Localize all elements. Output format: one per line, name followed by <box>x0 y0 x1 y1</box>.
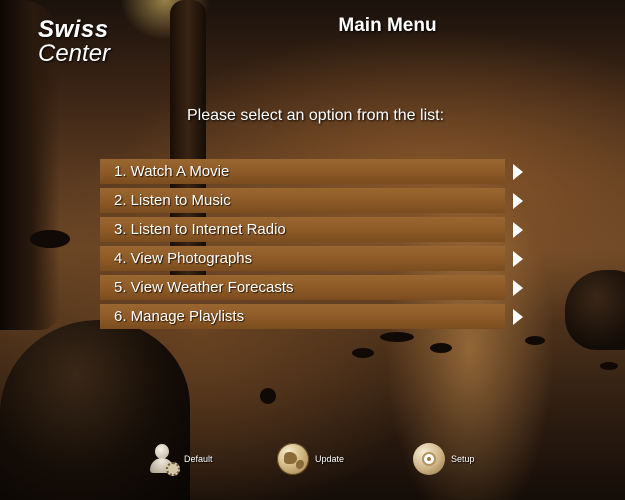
background-pebble <box>430 343 452 353</box>
background-pebble <box>260 388 276 404</box>
main-menu-screen: Swiss Center Main Menu Please select an … <box>0 0 625 500</box>
background-pebble <box>30 230 70 248</box>
menu-item-watch-movie[interactable]: 1. Watch A Movie <box>100 159 523 184</box>
page-title: Main Menu <box>338 15 437 36</box>
arrow-right-icon <box>513 164 523 180</box>
menu-item-manage-playlists[interactable]: 6. Manage Playlists <box>100 304 523 329</box>
background-pebble <box>600 362 618 370</box>
background-pebble <box>525 336 545 345</box>
user-settings-icon <box>146 443 180 476</box>
menu-item-label: 1. Watch A Movie <box>114 163 230 180</box>
menu-item-label: 3. Listen to Internet Radio <box>114 221 286 238</box>
setup-button-label: Setup <box>451 454 475 464</box>
disc-icon <box>413 443 445 475</box>
background-boulder-right <box>565 270 625 350</box>
menu-item-label: 6. Manage Playlists <box>114 308 245 325</box>
menu-item-internet-radio[interactable]: 3. Listen to Internet Radio <box>100 217 523 242</box>
menu-item-label: 2. Listen to Music <box>114 192 231 209</box>
arrow-right-icon <box>513 280 523 296</box>
default-button-label: Default <box>184 454 213 464</box>
menu-item-weather-forecasts[interactable]: 5. View Weather Forecasts <box>100 275 523 300</box>
instruction-text: Please select an option from the list: <box>187 107 445 124</box>
main-menu-list: 1. Watch A Movie 2. Listen to Music 3. L… <box>100 159 525 333</box>
background-pebble <box>352 348 374 358</box>
background-pebble <box>380 332 414 342</box>
arrow-right-icon <box>513 193 523 209</box>
menu-item-listen-music[interactable]: 2. Listen to Music <box>100 188 523 213</box>
default-button[interactable]: Default <box>146 443 213 476</box>
arrow-right-icon <box>513 309 523 325</box>
page-title-wrapper: Main Menu <box>0 15 625 37</box>
menu-item-label: 4. View Photographs <box>114 250 253 267</box>
globe-icon <box>277 443 309 475</box>
logo-line-2: Center <box>38 40 111 67</box>
arrow-right-icon <box>513 251 523 267</box>
update-button-label: Update <box>315 454 345 464</box>
menu-item-view-photographs[interactable]: 4. View Photographs <box>100 246 523 271</box>
update-button[interactable]: Update <box>277 443 344 475</box>
menu-item-label: 5. View Weather Forecasts <box>114 279 294 296</box>
setup-button[interactable]: Setup <box>413 443 475 475</box>
arrow-right-icon <box>513 222 523 238</box>
